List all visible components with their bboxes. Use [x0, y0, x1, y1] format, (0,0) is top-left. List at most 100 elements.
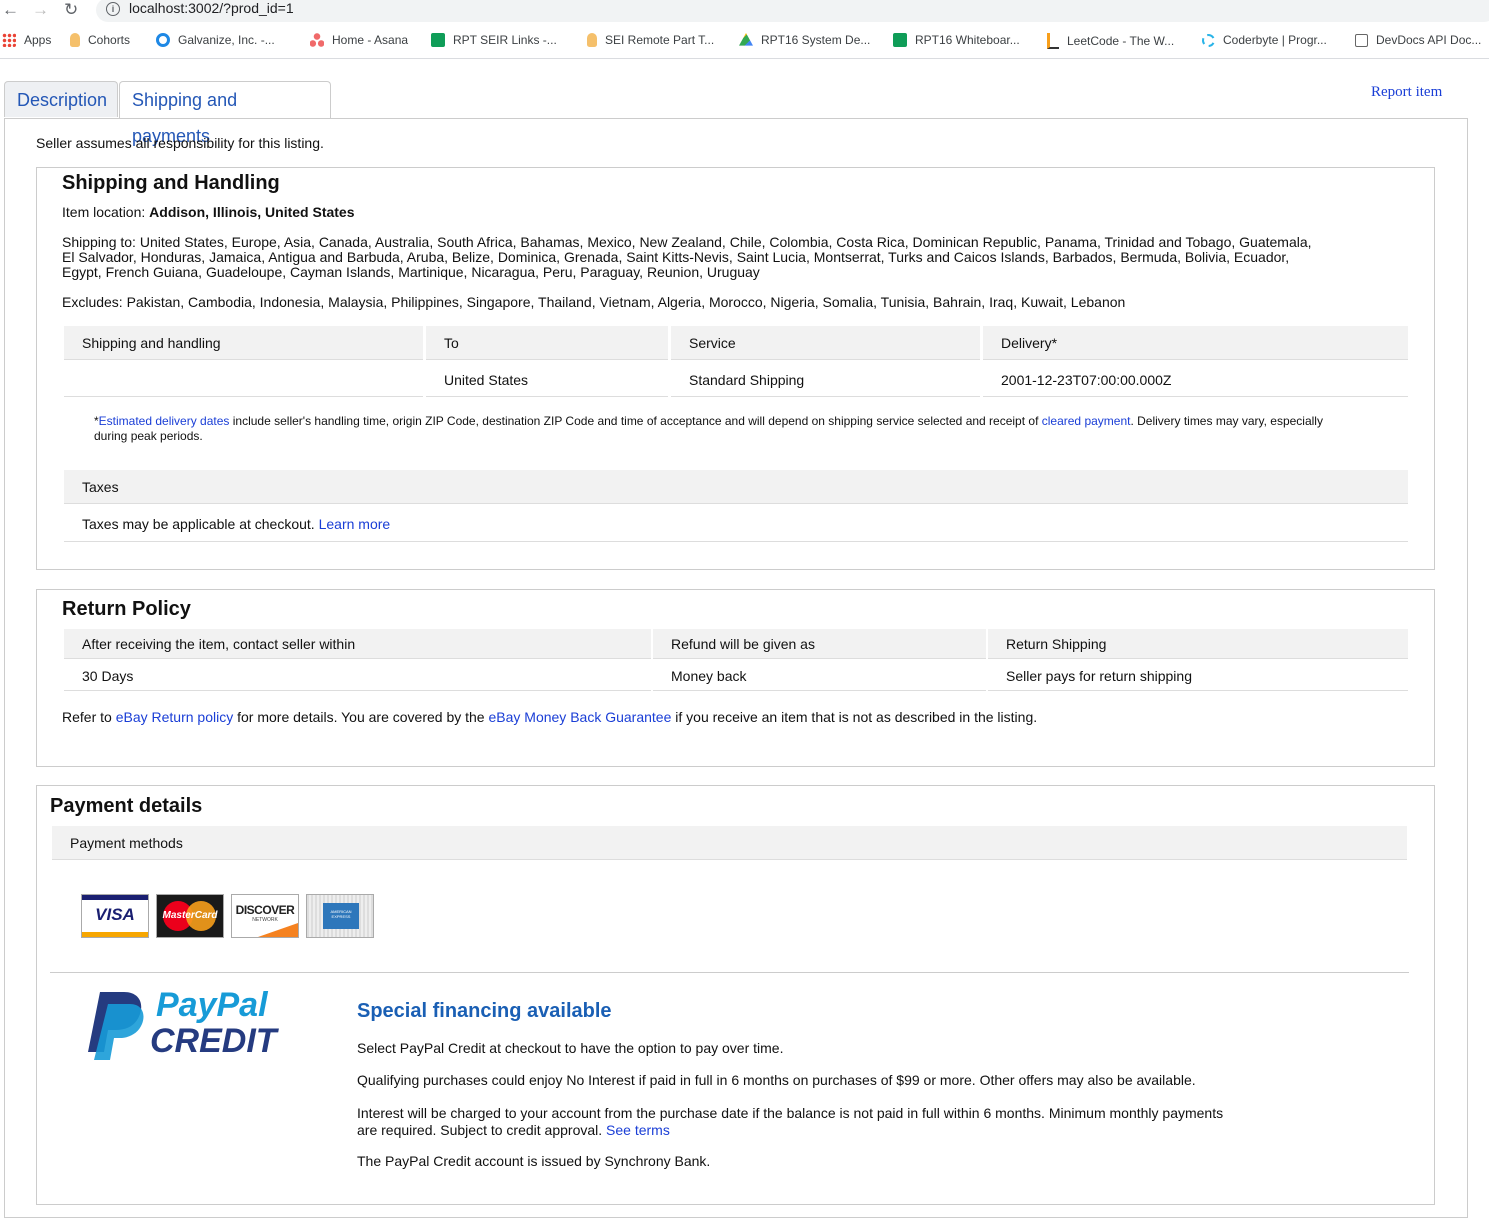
bookmark-label: RPT16 System De... — [761, 33, 871, 47]
paypal-credit-logo: PayPal CREDIT — [86, 986, 296, 1065]
bookmark-label: Coderbyte | Progr... — [1223, 33, 1327, 47]
bookmark-label: Galvanize, Inc. -... — [178, 33, 275, 47]
sheets-icon — [893, 33, 907, 47]
header-refund: Refund will be given as — [653, 629, 986, 659]
refer-text: Refer to — [62, 709, 116, 725]
bookmark-galvanize[interactable]: Galvanize, Inc. -... — [156, 33, 275, 47]
browser-toolbar: ← → ↻ i localhost:3002/?prod_id=1 — [0, 0, 1489, 22]
bookmark-apps[interactable]: Apps — [2, 33, 51, 47]
bookmarks-bar: Apps Cohorts Galvanize, Inc. -... Home -… — [0, 28, 1489, 59]
amex-label: AMERICAN EXPRESS — [330, 909, 352, 919]
visa-label: VISA — [95, 905, 135, 924]
return-policy-title: Return Policy — [62, 598, 191, 620]
shipping-cell — [64, 364, 423, 397]
shipping-section: Shipping and Handling Item location: Add… — [36, 167, 1435, 570]
amex-card-icon: AMERICAN EXPRESS — [306, 894, 374, 938]
sheets-icon — [431, 33, 445, 47]
hand-icon — [587, 33, 597, 47]
header-service: Service — [671, 326, 980, 360]
shipping-title: Shipping and Handling — [62, 172, 280, 194]
leetcode-icon — [1047, 33, 1059, 49]
see-terms-link[interactable]: See terms — [606, 1122, 670, 1138]
tab-shipping-and-payments[interactable]: Shipping and payments — [119, 81, 331, 146]
address-bar[interactable]: i localhost:3002/?prod_id=1 — [96, 0, 1489, 22]
url-text[interactable]: localhost:3002/?prod_id=1 — [129, 0, 294, 16]
mastercard-label: MasterCard — [162, 910, 218, 921]
estimated-delivery-link[interactable]: Estimated delivery dates — [99, 414, 230, 428]
bookmark-rpt-seir[interactable]: RPT SEIR Links -... — [431, 33, 557, 47]
report-item-link[interactable]: Report item — [1371, 84, 1442, 101]
back-icon[interactable]: ← — [2, 0, 19, 20]
coderbyte-icon — [1202, 33, 1215, 47]
header-return-shipping: Return Shipping — [988, 629, 1408, 659]
bookmark-label: Cohorts — [88, 33, 131, 47]
learn-more-link[interactable]: Learn more — [319, 516, 391, 532]
bookmark-coderbyte[interactable]: Coderbyte | Progr... — [1202, 33, 1327, 47]
financing-text-4: The PayPal Credit account is issued by S… — [357, 1153, 711, 1169]
financing-line: are required. Subject to credit approval… — [357, 1122, 603, 1138]
discover-label: DISCOVER — [235, 903, 295, 917]
footnote-text: . Delivery times may vary, especially — [1130, 414, 1323, 428]
footnote-text: include seller's handling time, origin Z… — [229, 414, 1042, 428]
financing-text-2: Qualifying purchases could enjoy No Inte… — [357, 1072, 1196, 1088]
taxes-header: Taxes — [64, 470, 1408, 504]
delivery-cell: 2001-12-23T07:00:00.000Z — [983, 364, 1408, 397]
item-location: Item location: Addison, Illinois, United… — [62, 205, 355, 220]
return-window-cell: 30 Days — [64, 661, 651, 691]
bookmark-leetcode[interactable]: LeetCode - The W... — [1047, 33, 1174, 49]
bookmark-label: RPT SEIR Links -... — [453, 33, 557, 47]
bookmark-label: SEI Remote Part T... — [605, 33, 715, 47]
cleared-payment-link[interactable]: cleared payment — [1042, 414, 1131, 428]
financing-line: Interest will be charged to your account… — [357, 1105, 1224, 1121]
seller-note: Seller assumes all responsibility for th… — [36, 135, 324, 151]
bookmark-whiteboard[interactable]: RPT16 Whiteboar... — [893, 33, 1020, 47]
location-label: Item location: — [62, 204, 146, 220]
forward-icon[interactable]: → — [32, 0, 49, 20]
shipping-to: Shipping to: United States, Europe, Asia… — [62, 235, 1312, 280]
footnote-text: during peak periods. — [94, 429, 203, 443]
paypal-p-icon — [88, 992, 144, 1060]
bookmark-label: DevDocs API Doc... — [1376, 33, 1482, 47]
mastercard-icon: MasterCard — [156, 894, 224, 938]
bookmark-label: Home - Asana — [332, 33, 409, 47]
discover-card-icon: DISCOVER NETWORK — [231, 894, 299, 938]
destination-cell: United States — [426, 364, 668, 397]
ship-to-line: Shipping to: United States, Europe, Asia… — [62, 234, 1312, 250]
bookmark-system-design[interactable]: RPT16 System De... — [739, 33, 870, 47]
bookmark-asana[interactable]: Home - Asana — [310, 33, 408, 47]
refund-type-cell: Money back — [653, 661, 986, 691]
money-back-guarantee-link[interactable]: eBay Money Back Guarantee — [488, 709, 671, 725]
return-shipping-cell: Seller pays for return shipping — [988, 661, 1408, 691]
header-shipping-handling: Shipping and handling — [64, 326, 423, 360]
payment-divider — [50, 972, 1409, 973]
tab-description[interactable]: Description — [4, 81, 118, 117]
bookmark-cohorts[interactable]: Cohorts — [70, 33, 130, 47]
info-icon[interactable]: i — [106, 2, 120, 16]
bookmark-label: LeetCode - The W... — [1067, 34, 1175, 48]
devdocs-icon — [1355, 33, 1368, 47]
bookmark-label: RPT16 Whiteboar... — [915, 33, 1020, 47]
visa-card-icon: VISA — [81, 894, 149, 938]
asana-icon — [310, 33, 324, 47]
ebay-return-policy-link[interactable]: eBay Return policy — [116, 709, 234, 725]
ship-to-line: El Salvador, Honduras, Jamaica, Antigua … — [62, 249, 1290, 265]
drive-icon — [739, 33, 753, 46]
hand-icon — [70, 33, 80, 47]
header-contact-seller: After receiving the item, contact seller… — [64, 629, 651, 659]
ship-to-line: Egypt, French Guiana, Guadeloupe, Cayman… — [62, 264, 760, 280]
location-value: Addison, Illinois, United States — [149, 204, 355, 220]
refer-text: if you receive an item that is not as de… — [671, 709, 1038, 725]
service-cell: Standard Shipping — [671, 364, 980, 397]
paypal-logo-text: PayPal — [156, 986, 268, 1024]
financing-title: Special financing available — [357, 1000, 612, 1022]
bookmark-sei-remote[interactable]: SEI Remote Part T... — [587, 33, 714, 47]
reload-icon[interactable]: ↻ — [64, 0, 78, 20]
financing-text-3: Interest will be charged to your account… — [357, 1105, 1223, 1139]
refer-text: for more details. You are covered by the — [233, 709, 489, 725]
excludes: Excludes: Pakistan, Cambodia, Indonesia,… — [62, 294, 1126, 310]
return-policy-section: Return Policy After receiving the item, … — [36, 589, 1435, 767]
apps-grid-icon — [2, 33, 16, 47]
bookmark-label: Apps — [24, 33, 52, 47]
return-policy-note: Refer to eBay Return policy for more det… — [62, 710, 1037, 725]
bookmark-devdocs[interactable]: DevDocs API Doc... — [1355, 33, 1481, 47]
